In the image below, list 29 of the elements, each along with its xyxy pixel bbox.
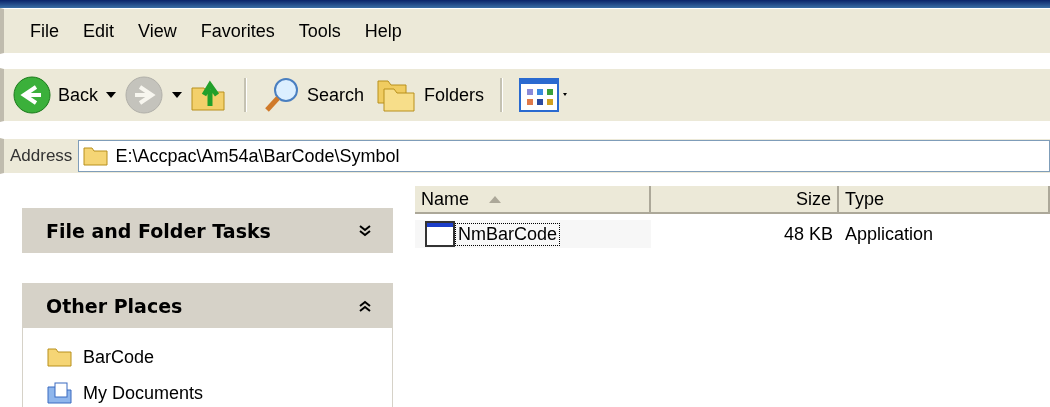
menu-item[interactable]: Tools: [286, 16, 353, 46]
folders-button[interactable]: Folders: [372, 75, 489, 115]
column-header[interactable]: Type: [839, 186, 1050, 212]
file-type: Application: [844, 223, 935, 245]
menu-item[interactable]: Edit: [71, 16, 127, 46]
column-header[interactable]: Name: [415, 186, 651, 212]
folder-icon: [83, 145, 110, 167]
address-label: Address: [9, 146, 74, 166]
expand-chevron-icon[interactable]: [359, 224, 371, 237]
column-header[interactable]: Size: [651, 186, 839, 212]
caret-icon[interactable]: [172, 92, 183, 98]
menu-item[interactable]: Help: [352, 16, 414, 46]
place-link[interactable]: BarCode: [83, 346, 155, 368]
documents-icon: [47, 382, 73, 404]
menu-item[interactable]: File: [18, 16, 71, 46]
search-button[interactable]: Search: [259, 74, 369, 116]
place-link[interactable]: My Documents: [83, 382, 204, 404]
task-panel-header[interactable]: Other Places: [22, 283, 393, 328]
menu-item[interactable]: Favorites: [188, 16, 287, 46]
task-panel-header[interactable]: File and Folder Tasks: [22, 208, 393, 253]
file-size: 48 KB: [782, 223, 834, 245]
menu-item[interactable]: View: [126, 16, 189, 46]
back-button[interactable]: Back: [8, 73, 103, 117]
file-name[interactable]: NmBarCode: [455, 222, 561, 246]
collapse-chevron-icon[interactable]: [359, 299, 371, 312]
sort-arrow-icon: [489, 195, 501, 203]
address-field[interactable]: E:\Accpac\Am54a\BarCode\Symbol: [78, 140, 1050, 172]
caret-icon[interactable]: [106, 92, 117, 98]
folder-icon: [47, 346, 73, 368]
